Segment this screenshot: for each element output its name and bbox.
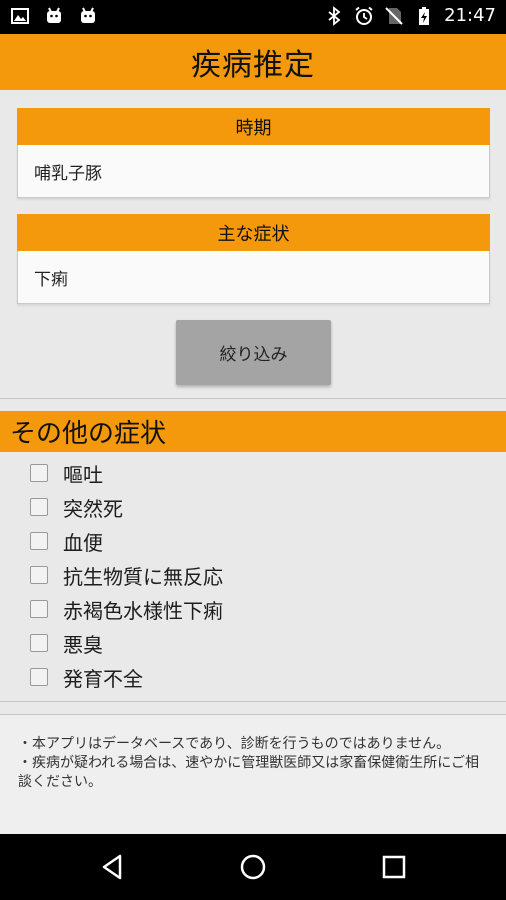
symptom-item-reddish-watery-diarrhea[interactable]: 赤褐色水様性下痢	[30, 592, 223, 626]
symptom-label: 悪臭	[63, 632, 103, 657]
main-symptom-value: 下痢	[34, 269, 68, 290]
clock: 21:47	[444, 5, 496, 26]
app-header: 疾病推定	[0, 34, 506, 90]
no-sim-icon	[385, 6, 403, 25]
main-symptom-label: 主な症状	[17, 214, 490, 251]
period-label: 時期	[17, 108, 490, 145]
filter-button-label: 絞り込み	[219, 345, 288, 365]
symptom-label: 嘔吐	[63, 462, 103, 487]
checkbox[interactable]	[30, 600, 48, 618]
bluetooth-icon	[328, 5, 341, 26]
checkbox[interactable]	[30, 498, 48, 516]
other-symptoms-header: その他の症状	[0, 411, 506, 452]
symptom-label: 突然死	[63, 496, 123, 521]
symptom-item-foul-odor[interactable]: 悪臭	[30, 626, 223, 660]
navigation-bar	[0, 834, 506, 900]
disclaimer-notes: ・本アプリはデータベースであり、診断を行うものではありません。 ・疾病が疑われる…	[0, 714, 506, 835]
checkbox[interactable]	[30, 532, 48, 550]
period-value: 哺乳子豚	[34, 163, 102, 184]
recents-icon[interactable]	[379, 852, 409, 882]
back-icon[interactable]	[98, 852, 128, 882]
main-symptom-panel: 主な症状 下痢	[17, 214, 490, 304]
checkbox[interactable]	[30, 634, 48, 652]
status-bar: 21:47	[0, 0, 506, 34]
android-icon	[81, 7, 95, 23]
divider	[0, 701, 506, 702]
page-title: 疾病推定	[191, 48, 315, 83]
note-line-1: ・本アプリはデータベースであり、診断を行うものではありません。	[18, 736, 451, 752]
main-symptom-select[interactable]: 下痢	[17, 251, 490, 304]
home-icon[interactable]	[238, 852, 268, 882]
symptom-item-sudden-death[interactable]: 突然死	[30, 490, 223, 524]
checkbox[interactable]	[30, 566, 48, 584]
note-line-2: ・疾病が疑われる場合は、速やかに管理獣医師又は家畜保健衛生所にご相談ください。	[18, 755, 480, 790]
checkbox[interactable]	[30, 668, 48, 686]
symptom-label: 血便	[63, 530, 103, 555]
symptom-list: 嘔吐 突然死 血便 抗生物質に無反応 赤褐色水様性下痢 悪臭 発育不全	[30, 456, 223, 694]
image-icon	[11, 8, 29, 24]
divider	[0, 398, 506, 399]
other-symptoms-title: その他の症状	[10, 419, 167, 449]
filter-button[interactable]: 絞り込み	[176, 320, 331, 385]
android-icon	[47, 7, 61, 23]
symptom-item-bloody-stool[interactable]: 血便	[30, 524, 223, 558]
period-select[interactable]: 哺乳子豚	[17, 145, 490, 198]
alarm-icon	[355, 6, 373, 25]
symptom-item-antibiotic-unresponsive[interactable]: 抗生物質に無反応	[30, 558, 223, 592]
checkbox[interactable]	[30, 464, 48, 482]
battery-charging-icon	[419, 6, 430, 25]
symptom-item-vomiting[interactable]: 嘔吐	[30, 456, 223, 490]
period-panel: 時期 哺乳子豚	[17, 108, 490, 198]
symptom-label: 赤褐色水様性下痢	[63, 598, 223, 623]
symptom-label: 抗生物質に無反応	[63, 564, 223, 589]
symptom-item-growth-failure[interactable]: 発育不全	[30, 660, 223, 694]
symptom-label: 発育不全	[63, 666, 143, 691]
